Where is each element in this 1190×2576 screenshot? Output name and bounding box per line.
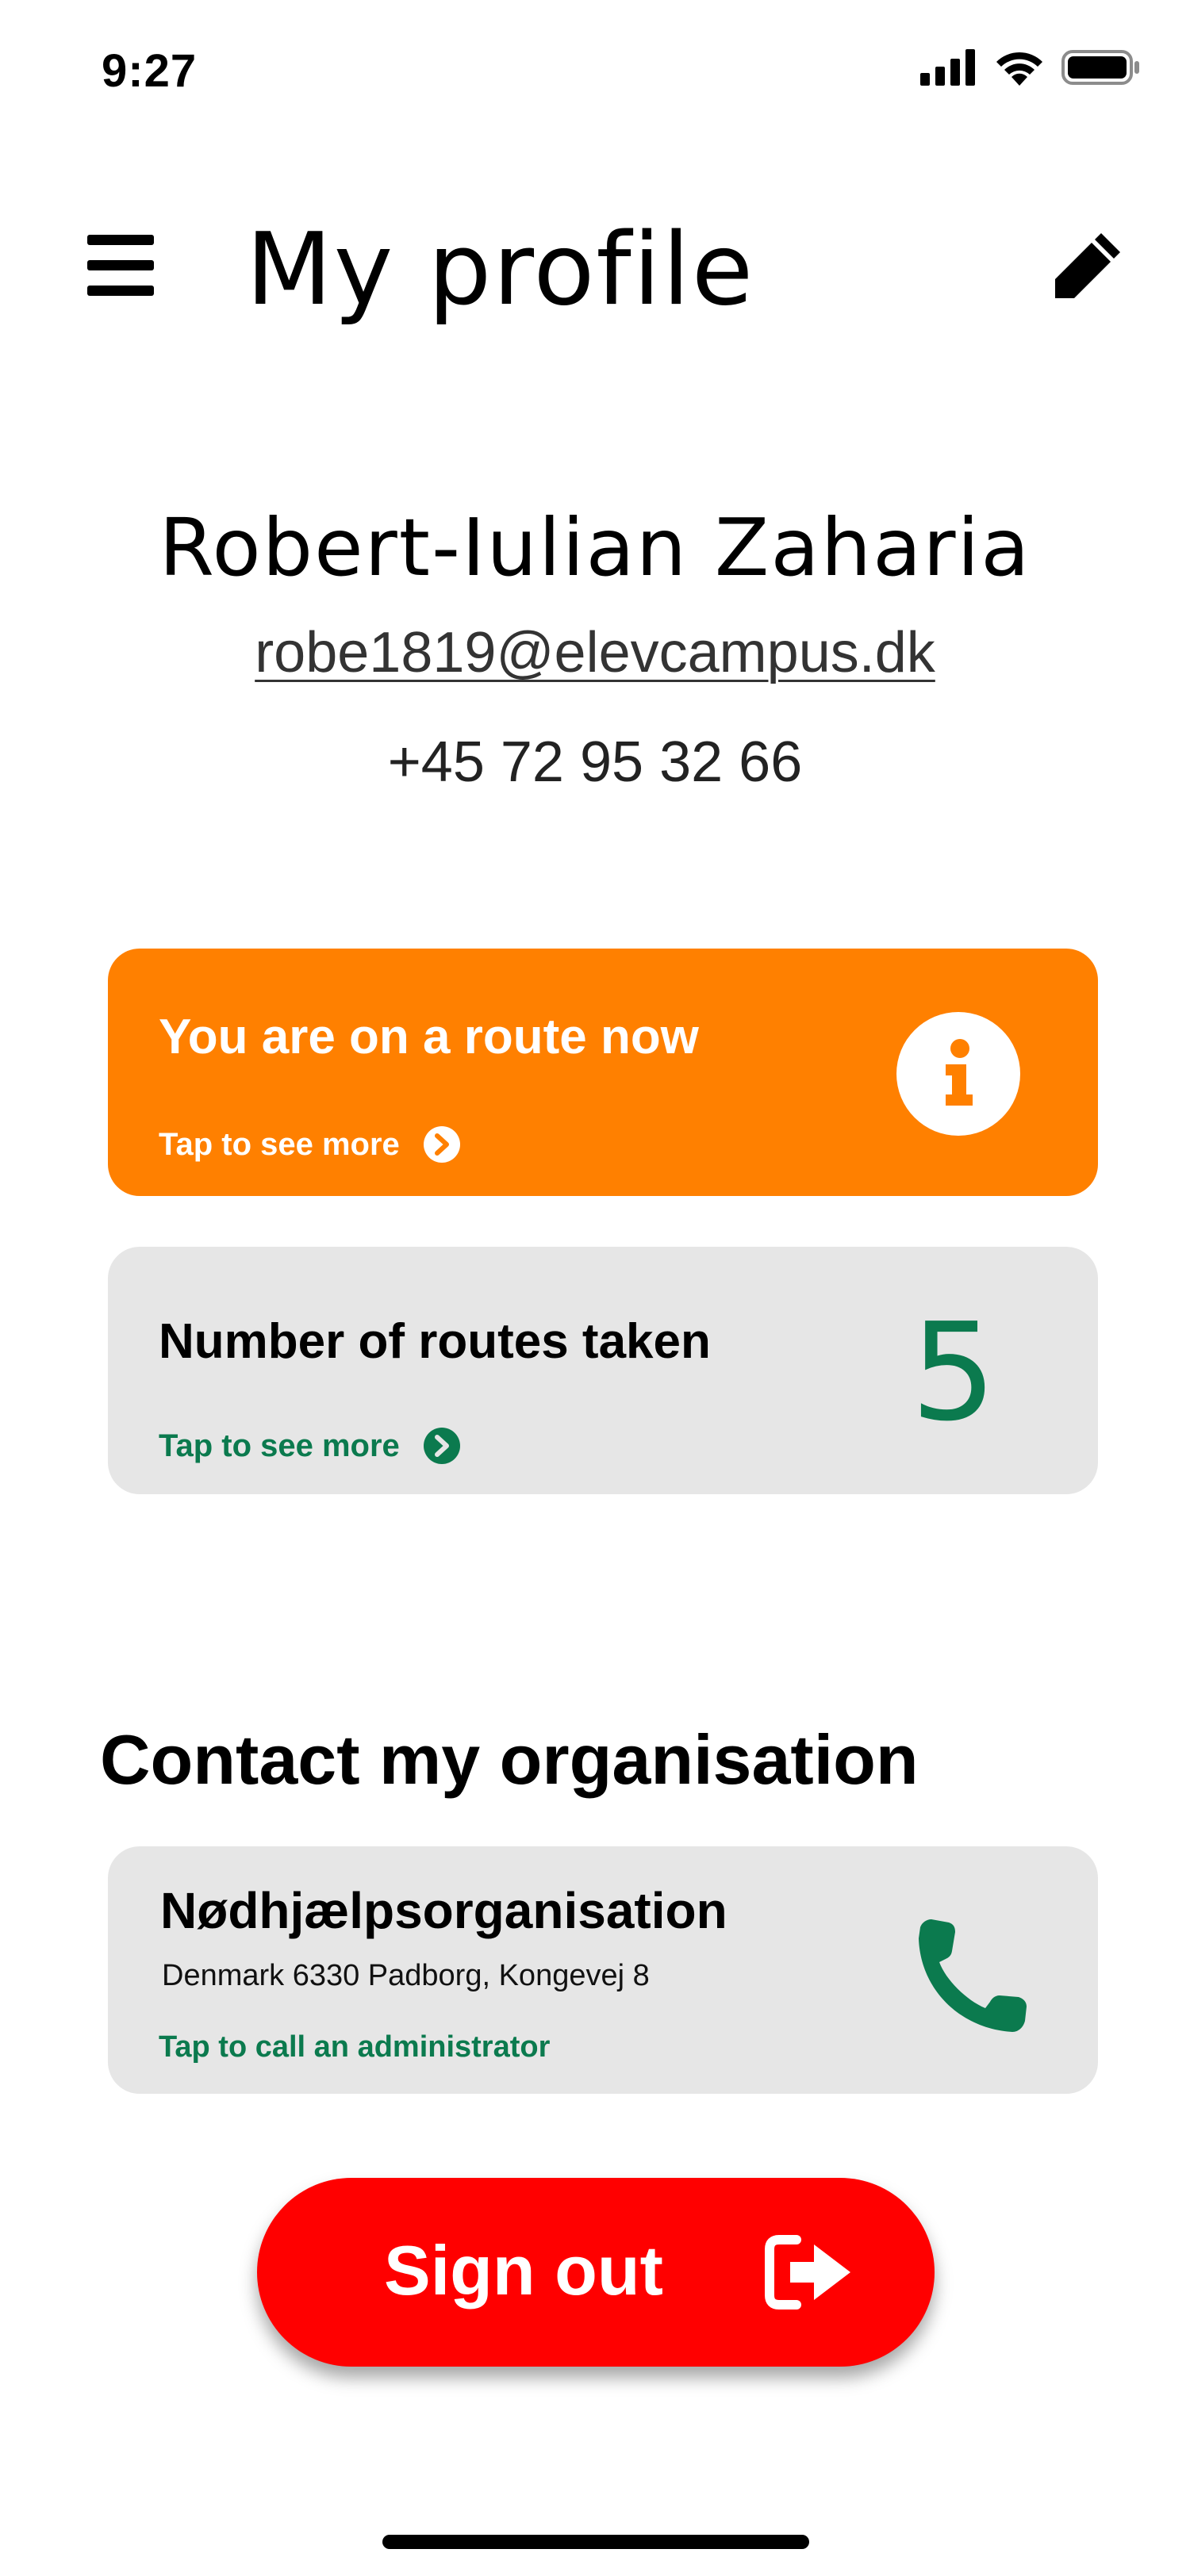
status-time: 9:27 [102,45,198,97]
profile-name: Robert-Iulian Zaharia [159,501,1031,594]
signal-icon [920,49,975,86]
hamburger-menu-icon [87,235,154,296]
edit-profile-button[interactable] [1050,227,1127,303]
battery-icon [1061,50,1139,85]
route-card-title: You are on a route now [159,1010,699,1064]
status-icons [920,49,1141,86]
profile-phone: +45 72 95 32 66 [387,730,803,794]
home-indicator[interactable] [382,2535,809,2549]
page-title: My profile [246,211,755,328]
routes-taken-link[interactable]: Tap to see more [159,1428,460,1464]
info-icon [896,1012,1020,1136]
chevron-right-circle-icon [423,1428,460,1464]
contact-section-title: Contact my organisation [100,1720,919,1799]
chevron-right-circle-icon [423,1126,460,1163]
email-link[interactable]: robe1819@elevcampus.dk [255,621,935,684]
route-card-link-label: Tap to see more [159,1126,400,1162]
call-administrator-link[interactable]: Tap to call an administrator [159,2030,550,2064]
routes-taken-link-label: Tap to see more [159,1428,400,1463]
phone-icon[interactable] [914,1918,1031,2035]
current-route-card[interactable]: You are on a route now Tap to see more [108,949,1098,1196]
route-card-link[interactable]: Tap to see more [159,1126,460,1163]
organisation-address: Denmark 6330 Padborg, Kongevej 8 [162,1959,650,1992]
routes-count: 5 [910,1294,996,1451]
organisation-name: Nødhjælpsorganisation [160,1882,727,1939]
routes-taken-title: Number of routes taken [159,1314,711,1369]
sign-out-label: Sign out [384,2231,663,2310]
sign-out-icon [765,2235,850,2310]
profile-email: robe1819@elevcampus.dk [0,620,1190,685]
wifi-icon [996,52,1042,86]
sign-out-button[interactable]: Sign out [257,2178,935,2367]
pencil-edit-icon [1055,233,1120,298]
organisation-card[interactable]: Nødhjælpsorganisation Denmark 6330 Padbo… [108,1846,1098,2094]
routes-taken-card[interactable]: Number of routes taken Tap to see more 5 [108,1247,1098,1494]
menu-button[interactable] [86,232,157,298]
